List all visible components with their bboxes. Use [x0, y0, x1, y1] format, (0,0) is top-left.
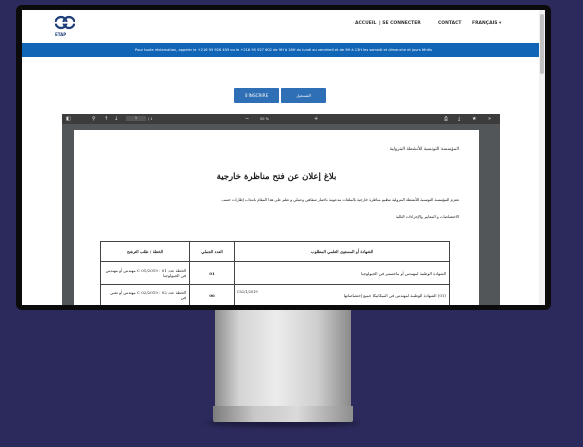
logo-text: ETAP [55, 32, 67, 37]
website-screen: ETAP ACCUEIL | SE CONNECTER CONTACT FRAN… [22, 10, 545, 305]
table-header-count: العدد الجملي [189, 241, 235, 262]
zoom-level[interactable]: 50 % [260, 115, 269, 123]
print-icon[interactable]: ⎙ [444, 115, 448, 123]
pdf-toolbar: ◧ ⚲ ↑ ↓ 1 / 1 − 50 % + ⎙ ⤓ ★ » [62, 114, 500, 124]
info-banner: Pour toute réclamation, appeler le +216 … [22, 43, 545, 57]
table-cell-spec: الخطة عدد 01 : 2019/C 01 مهندس أو مهندس … [100, 261, 190, 285]
monitor-stand-base [213, 406, 353, 422]
table-cell-count: 06 [189, 284, 235, 305]
search-icon[interactable]: ⚲ [92, 115, 96, 123]
download-icon[interactable]: ⤓ [458, 115, 460, 123]
table-cell-spec: الخطة عدد 02 : 2019/C 02 مهندس أو تقني ف… [100, 284, 190, 305]
doc-paragraph: تعتزم المؤسسة التونسية للأنشطة البترولية… [221, 197, 459, 202]
nav-accueil[interactable]: ACCUEIL [355, 21, 376, 26]
table-row: الخطة عدد 01 : 2019/C 01 مهندس أو مهندس … [100, 261, 450, 285]
doc-paragraph-2: الاختصاصات و المعايير والإجراءات التالية [395, 214, 459, 219]
table-cell-count: 01 [189, 261, 235, 285]
subscribe-button[interactable]: S'INSCRIRE [234, 88, 279, 103]
zoom-in-icon[interactable]: + [314, 115, 318, 123]
table-header-spec: الخطة / طلب الترشح [100, 241, 190, 262]
more-tools-icon[interactable]: » [488, 115, 491, 123]
doc-title: بلاغ إعلان عن فتح مناظرة خارجية [216, 172, 337, 182]
sidebar-toggle-icon[interactable]: ◧ [66, 115, 71, 123]
positions-table: الخطة / طلب الترشح العدد الجملي الشهادة … [100, 241, 450, 305]
table-cell-diploma-text: (01) الشهادة الوطنية لمهندس في الميكانيك… [343, 292, 446, 298]
doc-organization: المؤسسة التونسية للأنشطة البترولية [389, 147, 459, 152]
table-cell-diploma: (01) الشهادة الوطنية لمهندس في الميكانيك… [234, 284, 450, 305]
page-count: / 1 [148, 117, 153, 121]
etap-logo-icon[interactable] [55, 15, 75, 30]
bookmark-icon[interactable]: ★ [472, 115, 476, 123]
nav-contact[interactable]: CONTACT [438, 21, 461, 26]
pdf-page: المؤسسة التونسية للأنشطة البترولية بلاغ … [74, 130, 479, 305]
monitor-stand [215, 308, 351, 410]
page-up-icon[interactable]: ↑ [104, 115, 108, 123]
zoom-out-icon[interactable]: − [245, 115, 249, 123]
table-row: الخطة عدد 02 : 2019/C 02 مهندس أو تقني ف… [100, 284, 450, 305]
page-scrollbar[interactable] [539, 10, 545, 305]
table-cell-diploma: الشهادة الوطنية لمهندس أو ماجستير في الج… [234, 261, 450, 285]
pdf-viewer: ◧ ⚲ ↑ ↓ 1 / 1 − 50 % + ⎙ ⤓ ★ » المؤسسة ا… [62, 114, 500, 305]
nav-language-select[interactable]: FRANÇAIS ▾ [472, 21, 501, 26]
scrollbar-thumb[interactable] [540, 14, 544, 74]
page-down-icon[interactable]: ↓ [114, 115, 118, 123]
table-header-diploma: الشهادة أو المستوى العلمي المطلوب [234, 241, 450, 262]
page-number-input[interactable]: 1 [126, 116, 146, 121]
nav-se-connecter[interactable]: | SE CONNECTER [379, 21, 421, 26]
table-header-row: الخطة / طلب الترشح العدد الجملي الشهادة … [100, 241, 450, 262]
arabic-subscribe-button[interactable]: التسجيل [281, 88, 326, 103]
table-cell-code: C02/1/2019 [237, 290, 258, 294]
